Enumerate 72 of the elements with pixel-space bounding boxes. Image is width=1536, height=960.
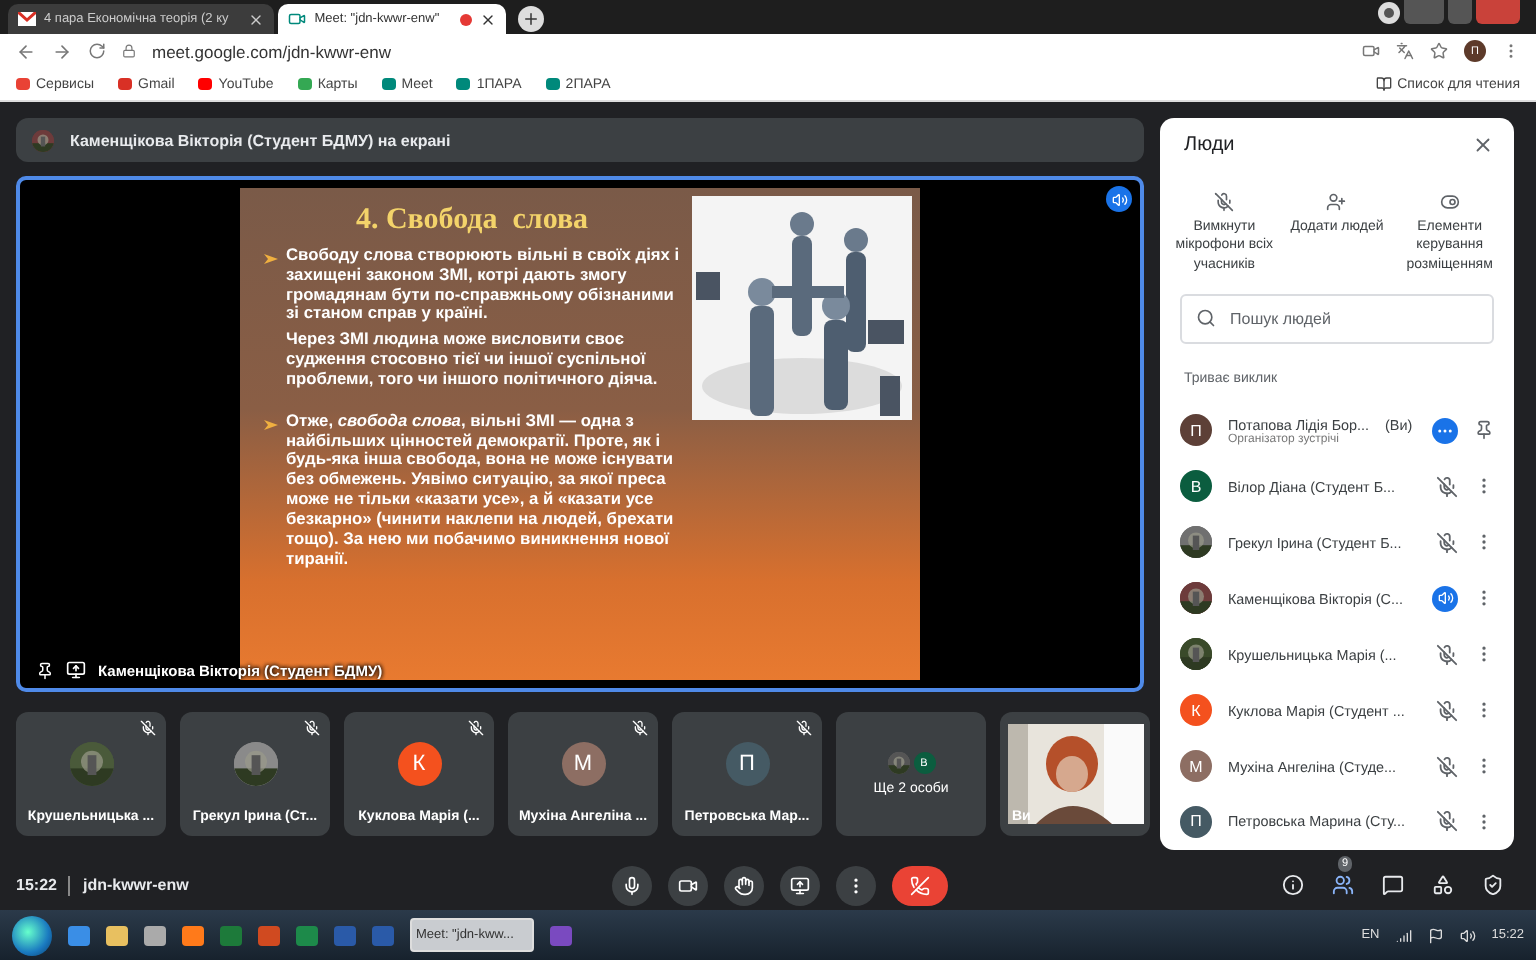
new-tab-button[interactable] bbox=[517, 6, 544, 32]
toggle-icon bbox=[1439, 192, 1460, 212]
bookmark-star-icon[interactable] bbox=[1430, 42, 1448, 60]
close-icon[interactable] bbox=[479, 11, 496, 27]
recording-dot bbox=[459, 13, 472, 25]
plus-icon bbox=[521, 10, 540, 28]
shapes-icon bbox=[1432, 874, 1454, 896]
activities-button[interactable] bbox=[1432, 874, 1454, 896]
end-call-button[interactable] bbox=[892, 865, 949, 905]
slide-paragraph: Через ЗМІ людина може висловити своє судження стосовно тієї чи іншої суспільної проблеми, того чи іншого політичного діяча. bbox=[286, 330, 660, 390]
avatar: К bbox=[397, 742, 441, 786]
raise-hand-button[interactable] bbox=[724, 865, 765, 905]
more-options-button[interactable] bbox=[836, 865, 877, 905]
flag-icon bbox=[1427, 927, 1444, 943]
phone-icon bbox=[910, 875, 931, 895]
meeting-code: jdn-kwwr-enw bbox=[82, 876, 191, 894]
mail-icon bbox=[18, 12, 36, 26]
camera-icon bbox=[1362, 42, 1380, 60]
taskbar-app-icon[interactable] bbox=[68, 925, 90, 945]
avatar: П bbox=[725, 742, 769, 786]
presentation-icon bbox=[66, 660, 86, 680]
shield-icon bbox=[1482, 874, 1504, 896]
pin-icon[interactable] bbox=[1474, 420, 1494, 441]
screen-share-icon bbox=[790, 875, 811, 895]
add-person-icon bbox=[1326, 192, 1347, 212]
volume-icon bbox=[1459, 927, 1476, 943]
book-icon bbox=[1375, 76, 1392, 92]
meeting-time: 15:22 bbox=[16, 876, 57, 894]
panel-title: Люди bbox=[1184, 134, 1235, 156]
extension-icon bbox=[1378, 1, 1400, 23]
start-button[interactable] bbox=[12, 915, 52, 955]
avatar: М bbox=[561, 742, 605, 786]
avatar: П bbox=[1180, 414, 1212, 447]
slide-title: 4. Свобода слова bbox=[353, 202, 591, 240]
present-button[interactable] bbox=[780, 865, 821, 905]
more-options-button[interactable] bbox=[1432, 417, 1458, 444]
slide-paragraph: Свободу слова створюють вільні в своїх діях і захищені законом ЗМІ, котрі дають змогу громадянам бути по-справжньому обізнаними зі станом справ у країні. bbox=[286, 246, 680, 325]
forward-button[interactable] bbox=[52, 41, 72, 61]
taskbar-app-icon[interactable] bbox=[182, 925, 204, 945]
bullet-arrow-icon bbox=[264, 417, 278, 432]
avatar: М bbox=[1180, 750, 1212, 782]
taskbar-app-icon[interactable] bbox=[106, 925, 128, 945]
people-icon bbox=[1332, 874, 1354, 896]
close-icon[interactable] bbox=[1472, 134, 1494, 156]
camera-icon bbox=[288, 10, 307, 28]
chat-icon bbox=[1382, 874, 1404, 896]
avatar: К bbox=[1180, 694, 1212, 727]
camera-button[interactable] bbox=[668, 865, 709, 905]
search-field[interactable]: Пошук людей bbox=[1180, 294, 1494, 345]
lock-icon bbox=[122, 44, 136, 58]
translate-icon[interactable] bbox=[1396, 42, 1414, 60]
reload-button[interactable] bbox=[88, 42, 106, 60]
bullet-arrow-icon bbox=[264, 252, 278, 266]
address-field[interactable]: meet.google.com/jdn-kwwr-enw bbox=[152, 41, 1346, 61]
mic-off-icon bbox=[1214, 192, 1235, 212]
microphone-button[interactable] bbox=[612, 865, 653, 905]
chat-button[interactable] bbox=[1382, 874, 1404, 896]
microphone-icon bbox=[622, 875, 643, 895]
host-controls-button[interactable] bbox=[1482, 874, 1504, 896]
avatar: П bbox=[1180, 805, 1212, 838]
slide-paragraph: Отже, свобода слова, вільні ЗМІ — одна з найбільших цінностей демократії. Проте, як і будь-яка інша свобода, вона не може існувати без обмежень. Уявімо ситуацію, за якої преса може не тільки «казати усе», а й «казати усе безкарно» (чинити наклепи на людей, брехати тощо). За нею ми побачимо виникнення нової тиранії. bbox=[286, 411, 676, 569]
back-button[interactable] bbox=[16, 41, 36, 61]
avatar: В bbox=[1180, 470, 1212, 503]
close-icon[interactable] bbox=[248, 11, 265, 27]
presenting-label: Каменщікова Вікторія (Студент БДМУ) на екрані bbox=[70, 131, 451, 149]
info-button[interactable] bbox=[1282, 874, 1304, 896]
taskbar-app-icon[interactable] bbox=[144, 925, 166, 945]
camera-icon bbox=[678, 875, 699, 895]
pin-icon[interactable] bbox=[36, 661, 54, 679]
network-icon bbox=[1395, 927, 1412, 943]
hand-icon bbox=[734, 875, 755, 895]
info-icon bbox=[1282, 874, 1304, 896]
